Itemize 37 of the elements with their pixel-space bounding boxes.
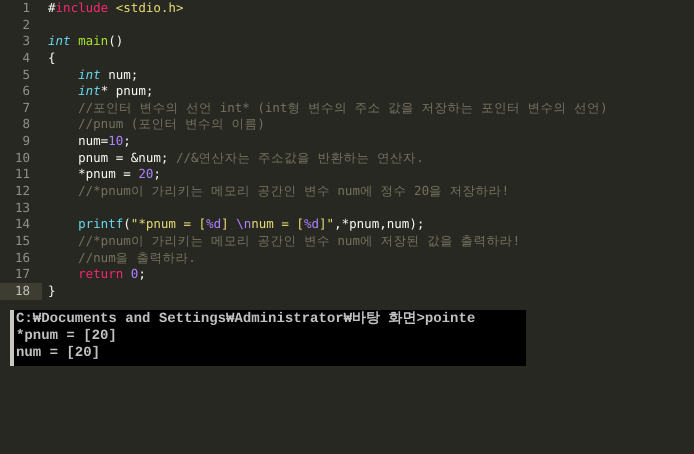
line-number: 13 (14, 200, 31, 216)
code-comment: //*pnum이 가리키는 메모리 공간인 변수 num에 정수 20을 저장하라! (77, 183, 510, 198)
code-comment: //num을 출력하라. (77, 250, 196, 265)
line-number: 16 (14, 250, 31, 266)
line-number: 4 (21, 50, 31, 67)
line-number: 2 (21, 16, 31, 34)
console-output-line: num = [20] (16, 344, 102, 362)
line-number: 8 (21, 116, 31, 134)
console-output-line: C:₩Documents and Settings₩Administrator₩바탕 화면>pointe (16, 310, 476, 328)
code-line: int num; (77, 66, 138, 82)
code-comment: //포인터 변수의 선언 int* (int형 변수의 주소 값을 저장하는 포인터 변수의 선언) (77, 100, 608, 115)
code-line: int main() (48, 33, 124, 48)
line-number: 14 (14, 216, 31, 233)
code-line: int* pnum; (77, 83, 154, 98)
line-number: 18 (0, 282, 42, 300)
code-line: *pnum = 20; (77, 166, 161, 182)
line-number: 10 (14, 150, 31, 166)
line-number: 12 (14, 183, 31, 200)
line-number: 3 (21, 33, 31, 50)
line-number: 7 (21, 100, 31, 116)
code-line: } (48, 282, 56, 298)
console-output-line: *pnum = [20] (16, 328, 118, 345)
line-number: 15 (14, 232, 31, 250)
code-line: { (48, 50, 56, 65)
line-number: 17 (14, 266, 31, 283)
line-number: 5 (21, 66, 31, 84)
code-line: pnum = &num; //&연산자는 주소값을 반환하는 연산자. (77, 150, 424, 165)
code-line: num=10; (77, 133, 131, 148)
line-number: 9 (21, 133, 31, 150)
line-number: 6 (21, 83, 31, 100)
code-comment: //pnum (포인터 변수의 이름) (77, 116, 265, 132)
code-comment: //*pnum이 가리키는 메모리 공간인 변수 num에 저장된 값을 출력하라! (77, 232, 520, 248)
line-number: 1 (21, 0, 31, 17)
code-line: return 0; (77, 266, 146, 282)
code-line: #include <stdio.h> (48, 0, 184, 15)
code-line: printf("*pnum = [%d] \nnum = [%d]",*pnum,num); (77, 216, 424, 232)
line-number: 11 (14, 166, 31, 184)
